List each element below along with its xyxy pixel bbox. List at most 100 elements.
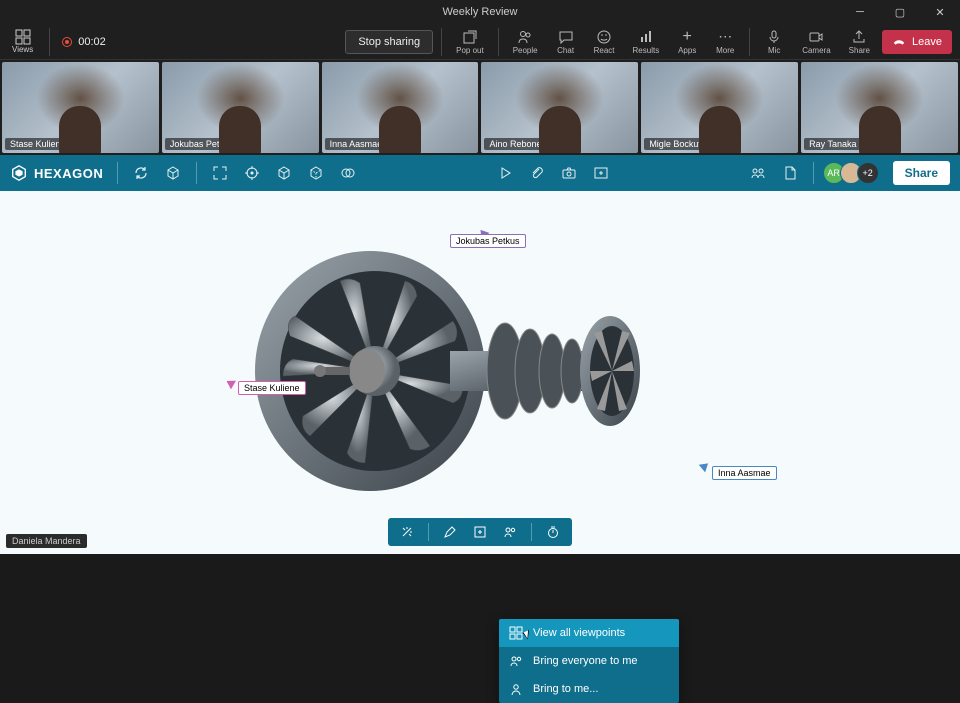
self-nameplate: Daniela Mandera (6, 534, 87, 548)
chat-button[interactable]: Chat (550, 29, 582, 55)
refresh-button[interactable] (132, 164, 150, 182)
fullscreen-button[interactable] (211, 164, 229, 182)
timer-icon (546, 525, 560, 539)
presence-avatars[interactable]: AR +2 (828, 162, 879, 184)
remote-cursor-label: Jokubas Petkus (450, 234, 526, 248)
remote-cursor-icon (224, 377, 236, 390)
camera-icon (561, 165, 577, 181)
apps-button[interactable]: + Apps (671, 29, 703, 55)
remote-cursor-label: Stase Kuliene (238, 381, 306, 395)
add-panel-icon (593, 165, 609, 181)
chat-icon (558, 29, 574, 45)
cube-dropdown[interactable] (164, 164, 182, 182)
mic-icon (766, 29, 782, 45)
participant-tile[interactable]: Ray Tanaka (801, 62, 958, 153)
record-icon (62, 37, 72, 47)
recording-time: 00:02 (78, 36, 106, 48)
overlap-cubes-button[interactable] (339, 164, 357, 182)
hexagon-logo-icon (10, 164, 28, 182)
close-button[interactable]: ✕ (920, 0, 960, 24)
views-button[interactable]: Views (8, 27, 37, 56)
play-icon (497, 165, 513, 181)
participant-tile[interactable]: Migle Bockute (641, 62, 798, 153)
react-icon (596, 29, 612, 45)
document-dropdown[interactable] (781, 164, 799, 182)
window-controls: ─ ▢ ✕ (840, 0, 960, 24)
participant-tile[interactable]: Stase Kuliene (2, 62, 159, 153)
cube-wireframe-button[interactable] (307, 164, 325, 182)
pen-button[interactable] (441, 523, 459, 541)
recording-indicator: 00:02 (62, 36, 106, 48)
timer-button[interactable] (544, 523, 562, 541)
camera-icon (808, 29, 824, 45)
fx-dropdown[interactable] (398, 523, 416, 541)
react-button[interactable]: React (588, 29, 621, 55)
people-icon (509, 654, 523, 668)
add-panel-button[interactable] (592, 164, 610, 182)
overlap-icon (340, 165, 356, 181)
participant-name: Aino Rebone (484, 138, 546, 150)
canvas-bottom-toolbar (388, 518, 572, 546)
pen-icon (443, 525, 457, 539)
results-button[interactable]: Results (627, 29, 666, 55)
more-icon: ⋯ (717, 29, 733, 45)
popout-icon (462, 29, 478, 45)
app-brand: HEXAGON (10, 164, 103, 182)
fullscreen-icon (212, 165, 228, 181)
refresh-icon (133, 165, 149, 181)
add-button[interactable] (471, 523, 489, 541)
participant-name: Inna Aasmae (325, 138, 388, 150)
participant-name: Stase Kuliene (5, 138, 71, 150)
share-button[interactable]: Share (843, 29, 876, 55)
participant-name: Ray Tanaka (804, 138, 861, 150)
participants-strip: Stase Kuliene Jokubas Petkus Inna Aasmae… (0, 60, 960, 155)
menu-item-bring-to-me[interactable]: Bring to me... (499, 675, 679, 703)
collab-icon (750, 165, 766, 181)
mic-button[interactable]: Mic (758, 29, 790, 55)
people-button[interactable]: People (507, 29, 544, 55)
person-icon (509, 682, 523, 696)
cube-icon (165, 165, 181, 181)
participant-tile[interactable]: Aino Rebone (481, 62, 638, 153)
3d-canvas[interactable]: Jokubas Petkus Stase Kuliene Inna Aasmae… (0, 191, 960, 554)
avatar-overflow: +2 (857, 162, 879, 184)
cube-icon (276, 165, 292, 181)
play-button[interactable] (496, 164, 514, 182)
window-titlebar: Weekly Review ─ ▢ ✕ (0, 0, 960, 24)
viewpoints-icon (509, 626, 523, 640)
participant-tile[interactable]: Inna Aasmae (322, 62, 479, 153)
collaborate-button[interactable] (749, 164, 767, 182)
people-dropdown[interactable] (501, 523, 519, 541)
people-icon (503, 525, 517, 539)
minimize-button[interactable]: ─ (840, 0, 880, 24)
window-title: Weekly Review (443, 6, 518, 18)
leave-button[interactable]: Leave (882, 30, 952, 54)
grid-icon (15, 29, 31, 45)
maximize-button[interactable]: ▢ (880, 0, 920, 24)
stop-sharing-button[interactable]: Stop sharing (345, 30, 433, 54)
menu-item-bring-everyone[interactable]: Bring everyone to me (499, 647, 679, 675)
cube-wire-icon (308, 165, 324, 181)
camera-button[interactable]: Camera (796, 29, 836, 55)
sparkle-icon (400, 525, 414, 539)
app-toolbar: HEXAGON AR +2 Share (0, 155, 960, 191)
attach-button[interactable] (528, 164, 546, 182)
target-icon (244, 165, 260, 181)
model-turbine[interactable] (240, 221, 660, 501)
snapshot-button[interactable] (560, 164, 578, 182)
meeting-toolbar: Views 00:02 Stop sharing Pop out People … (0, 24, 960, 60)
participant-tile[interactable]: Jokubas Petkus (162, 62, 319, 153)
popout-button[interactable]: Pop out (450, 29, 490, 55)
paperclip-icon (529, 165, 545, 181)
hangup-icon (892, 35, 906, 49)
participant-name: Jokubas Petkus (165, 138, 239, 150)
people-icon (517, 29, 533, 45)
more-button[interactable]: ⋯ More (709, 29, 741, 55)
share-icon (851, 29, 867, 45)
target-button[interactable] (243, 164, 261, 182)
share-app-button[interactable]: Share (893, 161, 950, 185)
cube-view-button[interactable] (275, 164, 293, 182)
results-icon (638, 29, 654, 45)
remote-cursor-label: Inna Aasmae (712, 466, 777, 480)
document-icon (782, 165, 798, 181)
